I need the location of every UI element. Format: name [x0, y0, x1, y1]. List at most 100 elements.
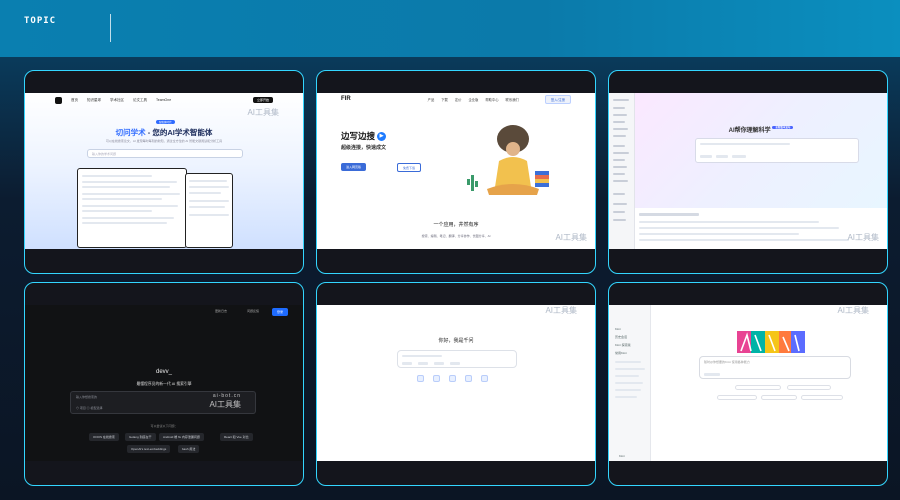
kimi-suggestion-pill[interactable] — [801, 395, 843, 400]
fir-nav-item[interactable]: 帮助中心 — [485, 97, 498, 102]
watermark-brand: AI工具集 — [837, 306, 869, 315]
kimi-suggestion-pill[interactable] — [735, 385, 781, 390]
fir-headline: 边写边搜 ▶ — [341, 130, 387, 142]
devv-search-placeholder: 输入你想搜索的 — [76, 395, 98, 399]
watermark-brand: AI工具集 — [555, 233, 587, 242]
scholar-logo-icon — [55, 96, 62, 104]
devv-suggestion-chip[interactable]: Android 端 fix 内存泄漏问题 — [159, 433, 204, 441]
science-search-input[interactable] — [695, 138, 859, 163]
tool-icon[interactable] — [465, 375, 472, 382]
scholar-nav-item[interactable]: 学术社区 — [110, 98, 124, 103]
fir-login-button[interactable]: 登入/注册 — [544, 94, 571, 104]
watermark-brand: AI工具集 — [847, 233, 879, 242]
fir-nav-item[interactable]: 联系我们 — [506, 97, 519, 102]
devv-nav-link[interactable]: 更新日志 — [215, 309, 227, 313]
devv-suggestion-chip[interactable]: React 和 Vue 对比 — [220, 433, 253, 441]
screenshot-devv: 更新日志 问题反馈 登录 devv_ 最懂程序员的新一代 AI 搜索引擎 输入你… — [25, 305, 303, 461]
watermark-brand: AI工具集 — [545, 306, 577, 315]
scholar-badge: 智能体时代 — [156, 120, 175, 124]
scholar-title: 切问学术 - 您的AI学术智能体 — [25, 127, 303, 138]
scholar-search-input[interactable]: 输入你的学术问题 — [87, 149, 243, 158]
fir-headline-text: 边写边搜 — [341, 131, 376, 141]
devv-hint: 可以尝试以下问题： — [150, 424, 178, 428]
card-qwen-site[interactable]: 你好，我是千问 AI工具集 — [316, 282, 596, 486]
tool-icon[interactable] — [433, 375, 440, 382]
scholar-subtitle: 可以在线搜索论文，AI 发现每时每刻的新知，通过全方位的 AI 智能文献阅读和分… — [105, 139, 223, 143]
fir-nav-item[interactable]: 企业版 — [468, 97, 478, 102]
watermark: AI工具集 — [837, 305, 869, 316]
qwen-chat-input[interactable] — [397, 350, 517, 368]
science-badge: 全新版本发布 — [772, 126, 794, 129]
scholar-nav: 首页 知识星球 学术社区 论文工具 TeamOne 立即开始 — [25, 93, 303, 107]
science-sidebar — [609, 93, 635, 249]
tool-icon[interactable] — [449, 375, 456, 382]
card-scholar-site[interactable]: 首页 知识星球 学术社区 论文工具 TeamOne 立即开始 智能体时代 切问学… — [24, 70, 304, 274]
scholar-nav-item[interactable]: 首页 — [71, 98, 78, 103]
meditating-figure-illustration — [467, 125, 549, 195]
science-title-text: AI帮你理解科学 — [728, 128, 771, 134]
kimi-suggestion-pill[interactable] — [787, 385, 831, 390]
kimi-sidebar-item[interactable]: Kimi 探索版 — [615, 343, 631, 347]
devv-slogan: 最懂程序员的新一代 AI 搜索引擎 — [136, 382, 192, 386]
header-divider — [110, 14, 111, 42]
watermark-brand: AI工具集 — [209, 400, 241, 409]
card-science-site[interactable]: AI帮你理解科学 全新版本发布 AI工具集 — [608, 70, 888, 274]
fir-nav-item[interactable]: 定价 — [455, 97, 462, 102]
watermark: AI工具集 — [555, 232, 587, 243]
science-hero: AI帮你理解科学 全新版本发布 — [635, 93, 887, 208]
scholar-title-rest: - 您的AI学术智能体 — [147, 128, 213, 137]
scholar-nav-item[interactable]: 论文工具 — [133, 98, 147, 103]
kimi-suggestion-pill[interactable] — [717, 395, 757, 400]
devv-suggestion-chip[interactable]: bash 用法 — [178, 445, 200, 453]
devv-search-options[interactable]: ⊙ 项目 ◎ 模型选择 — [76, 406, 103, 410]
screenshot-fir: FIR 产品 下载 定价 企业版 帮助中心 联系我们 登入/注册 边写边搜 ▶ 超… — [317, 93, 595, 249]
watermark: AI工具集 — [545, 305, 577, 316]
tool-icon[interactable] — [417, 375, 424, 382]
screenshot-science: AI帮你理解科学 全新版本发布 AI工具集 — [609, 93, 887, 249]
devv-search-input[interactable]: 输入你想搜索的 ⊙ 项目 ◎ 模型选择 ai-bot.cn AI工具集 — [70, 391, 256, 414]
fir-tagline: 一个应用，井然有序 — [433, 222, 479, 228]
watermark-url: ai-bot.cn — [212, 393, 241, 399]
science-title: AI帮你理解科学 全新版本发布 — [635, 125, 887, 134]
kimi-sidebar: Kimi 历史会话 Kimi 探索版 常用Kimi Kimi — [609, 305, 651, 461]
topic-label: TOPIC — [24, 16, 57, 26]
kimi-sidebar-item[interactable]: 常用Kimi — [615, 351, 627, 355]
devv-suggestion-chip[interactable]: OpenAI's text-embeddings — [127, 445, 171, 453]
play-icon[interactable]: ▶ — [377, 132, 387, 142]
kimi-suggestion-pill[interactable] — [761, 395, 797, 400]
scholar-nav-item[interactable]: 知识星球 — [87, 98, 101, 103]
watermark: AI工具集 — [247, 107, 279, 118]
card-devv-site[interactable]: 更新日志 问题反馈 登录 devv_ 最懂程序员的新一代 AI 搜索引擎 输入你… — [24, 282, 304, 486]
kimi-chat-input[interactable]: 随时@你想要的Kimi 使用各种能力 — [699, 356, 851, 379]
kimi-sidebar-item[interactable]: 历史会话 — [615, 335, 627, 339]
devv-login-button[interactable]: 登录 — [272, 308, 289, 316]
devv-nav-link[interactable]: 问题反馈 — [247, 309, 259, 313]
card-kimi-site[interactable]: Kimi 历史会话 Kimi 探索版 常用Kimi Kimi 随时@你想要的Ki… — [608, 282, 888, 486]
scholar-nav-item[interactable]: TeamOne — [156, 98, 171, 102]
watermark-brand: AI工具集 — [247, 108, 279, 117]
fir-nav-item[interactable]: 产品 — [428, 97, 435, 102]
watermark: ai-bot.cn AI工具集 — [209, 393, 241, 410]
screenshot-qwen: 你好，我是千问 AI工具集 — [317, 305, 595, 461]
qwen-greeting: 你好，我是千问 — [438, 338, 474, 344]
fir-subheadline: 超级连接，快速成文 — [341, 145, 387, 151]
screenshot-scholar: 首页 知识星球 学术社区 论文工具 TeamOne 立即开始 智能体时代 切问学… — [25, 93, 303, 249]
card-fir-site[interactable]: FIR 产品 下载 定价 企业版 帮助中心 联系我们 登入/注册 边写边搜 ▶ 超… — [316, 70, 596, 274]
devv-suggestion-chip[interactable]: Golang 到底在干 — [125, 433, 156, 441]
fir-download-button[interactable]: 免费下载 — [397, 163, 422, 172]
fir-web-button[interactable]: 进入网页版 — [341, 163, 367, 171]
kimi-sidebar-item[interactable]: Kimi — [615, 327, 621, 331]
watermark: AI工具集 — [847, 232, 879, 243]
kimi-input-placeholder: 随时@你想要的Kimi 使用各种能力 — [704, 360, 750, 364]
header-bar: TOPIC — [0, 0, 900, 57]
scholar-start-button[interactable]: 立即开始 — [252, 97, 273, 103]
devv-suggestion-chip[interactable]: OOOS 在线搜索 — [89, 433, 119, 441]
tool-icon[interactable] — [481, 375, 488, 382]
scholar-title-accent: 切问学术 — [115, 128, 146, 137]
fir-features: 搜索、编辑、笔记、翻译、分享协作、长图分享、AI — [421, 234, 491, 238]
devv-logo: devv_ — [155, 369, 172, 375]
fir-logo: FIR — [341, 96, 351, 102]
kimi-user-name[interactable]: Kimi — [619, 454, 625, 458]
kimi-colorful-logo — [737, 331, 805, 353]
fir-nav-item[interactable]: 下载 — [441, 97, 448, 102]
